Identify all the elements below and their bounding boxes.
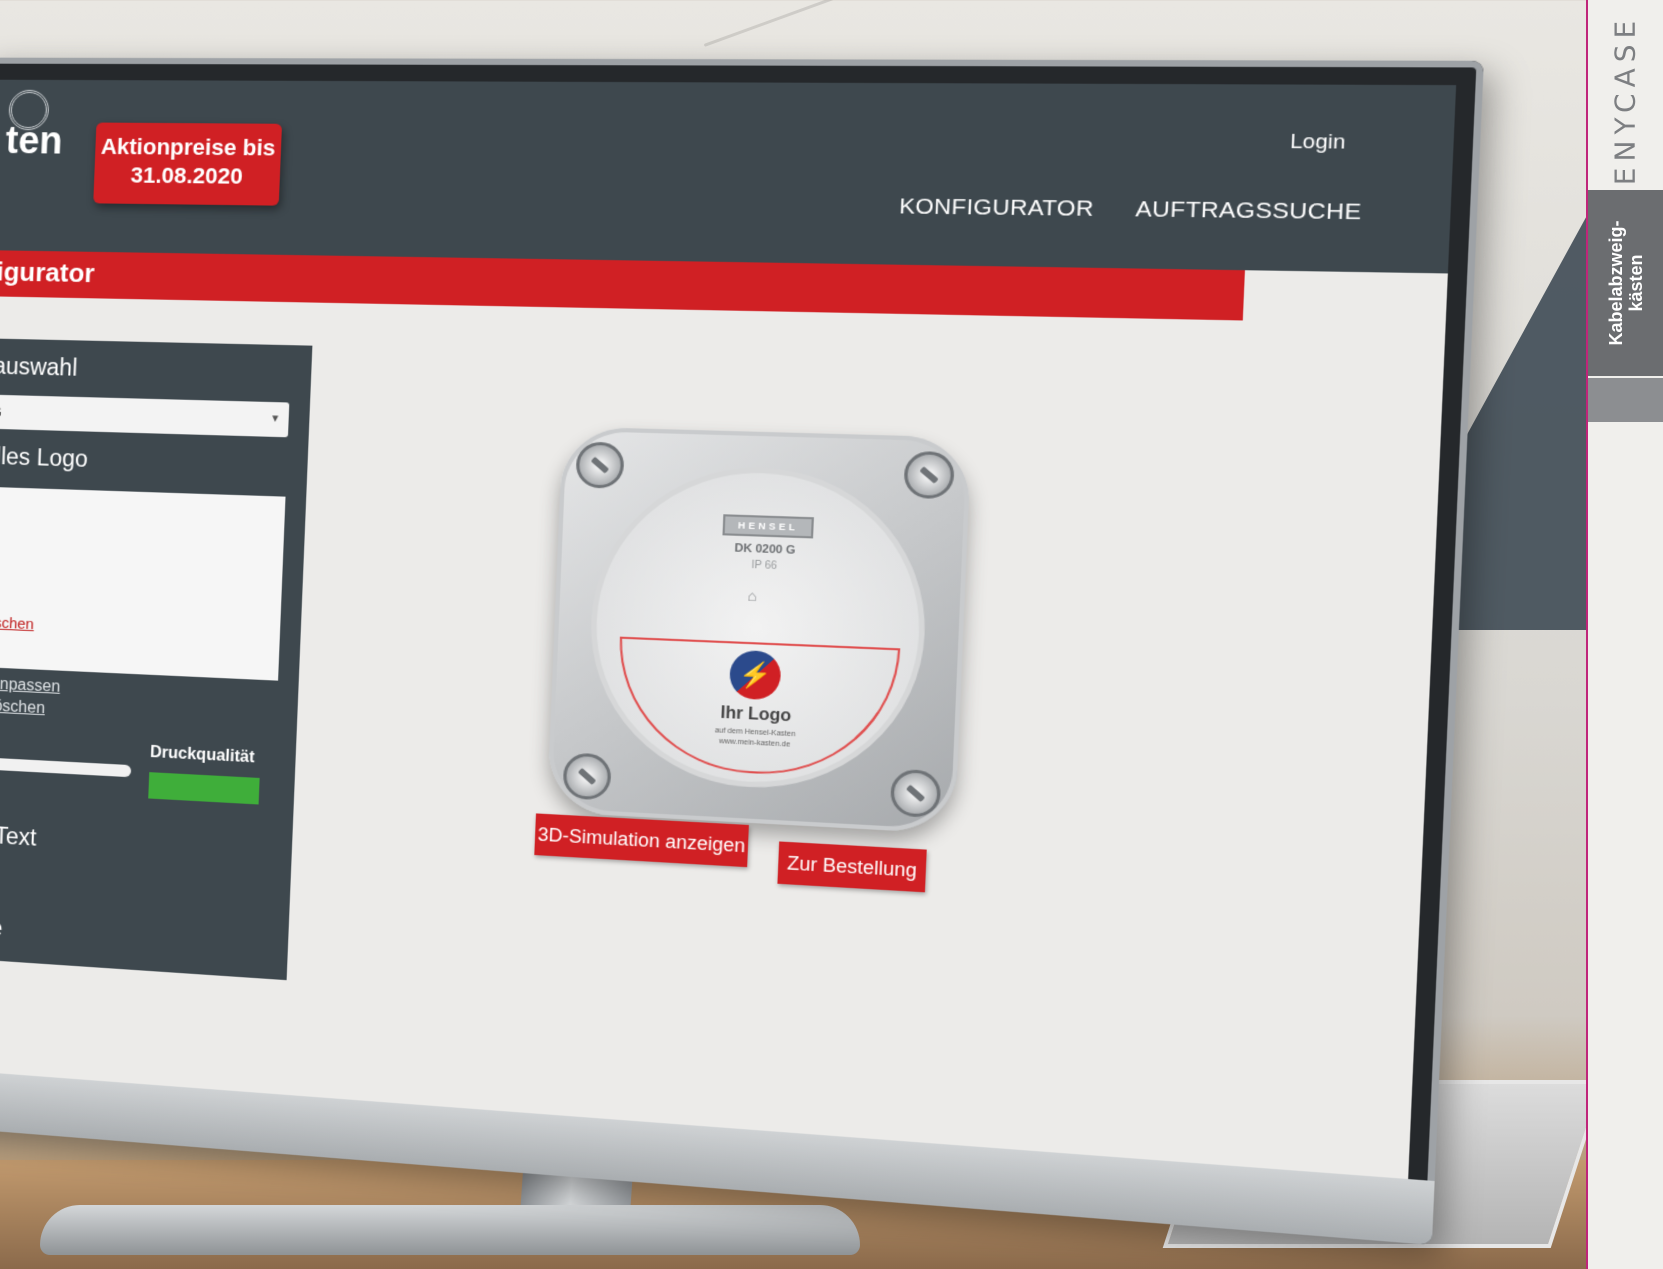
promo-badge[interactable]: Aktionpreise bis 31.08.2020 — [93, 123, 282, 206]
side-tab-secondary — [1588, 378, 1663, 422]
product-select-value: G — [0, 404, 2, 420]
login-link[interactable]: Login — [1290, 131, 1346, 156]
logo-upload-area[interactable]: löschen — [0, 487, 286, 681]
logo-placement-area: ⚡ Ihr Logo auf dem Hensel-Kasten www.mei… — [615, 637, 901, 781]
chevron-down-icon: ▼ — [269, 402, 281, 437]
screw-icon — [562, 752, 611, 800]
order-button[interactable]: Zur Bestellung — [777, 841, 926, 892]
section-heading-extras: nge — [0, 913, 3, 942]
junction-box-image: HENSEL DK 0200 G IP 66 ⌂ ⚡ Ihr Logo auf … — [547, 426, 972, 834]
wall-texture — [704, 0, 837, 47]
hensel-brand-plate: HENSEL — [722, 514, 814, 538]
section-heading-text: er Text — [0, 821, 37, 852]
nav-konfigurator[interactable]: KONFIGURATOR — [899, 194, 1095, 222]
product-preview: HENSEL DK 0200 G IP 66 ⌂ ⚡ Ihr Logo auf … — [547, 426, 972, 834]
side-tab-label: Kabelabzweig- kästen — [1606, 203, 1646, 363]
app-header: ten Aktionpreise bis 31.08.2020 Login KO… — [0, 80, 1456, 274]
screw-icon — [890, 769, 942, 819]
simulation-button[interactable]: 3D-Simulation anzeigen — [534, 813, 749, 867]
monitor: ten Aktionpreise bis 31.08.2020 Login KO… — [0, 58, 1484, 1245]
fit-crop-link[interactable]: itt anpassen — [0, 675, 60, 697]
main-nav: KONFIGURATOR AUFTRAGSSUCHE — [899, 194, 1362, 226]
box-lid: HENSEL DK 0200 G IP 66 ⌂ ⚡ Ihr Logo auf … — [585, 463, 932, 796]
certification-icon: ⌂ — [747, 587, 757, 604]
brand-logo: ENYCASE — [1600, 20, 1650, 180]
monitor-screen: ten Aktionpreise bis 31.08.2020 Login KO… — [0, 80, 1456, 1179]
section-heading-logo: elles Logo — [0, 443, 88, 473]
side-tab-kabelabzweigkaesten[interactable]: Kabelabzweig- kästen — [1588, 190, 1663, 376]
logo-size-slider[interactable] — [0, 757, 131, 778]
brand-text: ENYCASE — [1609, 15, 1642, 185]
screw-icon — [903, 451, 955, 500]
section-heading-product: tauswahl — [0, 352, 78, 381]
site-logo[interactable]: ten — [5, 120, 64, 164]
screw-icon — [575, 441, 624, 488]
product-select[interactable]: G ▼ — [0, 395, 289, 438]
nav-auftragssuche[interactable]: AUFTRAGSSUCHE — [1135, 197, 1362, 226]
page-title: igurator — [0, 256, 95, 289]
logo-delete-link[interactable]: löschen — [0, 614, 34, 633]
lightning-logo-icon: ⚡ — [729, 650, 782, 701]
monitor-base — [40, 1205, 860, 1255]
print-quality-label: Druckqualität — [150, 744, 255, 768]
delete-crop-link[interactable]: itt löschen — [0, 697, 45, 719]
print-quality-indicator — [148, 772, 259, 804]
promo-line-1: Aktionpreise bis — [95, 133, 282, 163]
promo-line-2: 31.08.2020 — [94, 161, 281, 191]
config-panel: tauswahl G ▼ elles Logo löschen itt anpa… — [0, 338, 312, 980]
